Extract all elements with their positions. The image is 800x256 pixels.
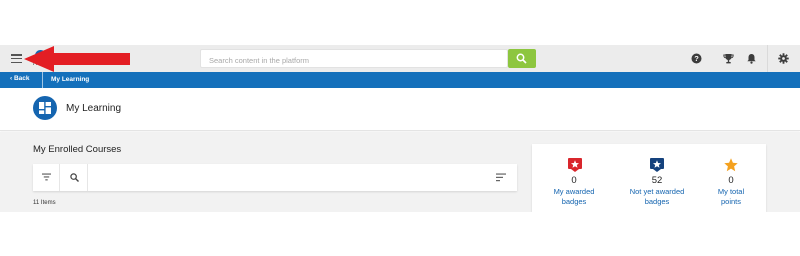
stat-value: 52 xyxy=(651,175,663,186)
awarded-badges-link[interactable]: My awarded badges xyxy=(539,187,609,207)
breadcrumb: ‹ Back My Learning xyxy=(0,72,800,88)
app-window: AJS ? xyxy=(0,0,800,256)
svg-text:?: ? xyxy=(694,54,699,63)
sort-icon[interactable] xyxy=(496,173,506,182)
not-awarded-badges-link[interactable]: Not yet awarded badges xyxy=(622,187,692,207)
section-title: My Enrolled Courses xyxy=(33,144,122,155)
stat-value: 0 xyxy=(728,175,734,186)
red-arrow-annotation-icon xyxy=(24,46,130,72)
page-background xyxy=(0,212,800,256)
trophy-icon[interactable] xyxy=(723,53,734,64)
blue-badge-icon xyxy=(650,158,664,172)
filter-button[interactable] xyxy=(33,164,60,191)
star-icon xyxy=(724,158,738,172)
search-icon xyxy=(516,53,527,64)
course-search-input[interactable] xyxy=(89,164,489,191)
breadcrumb-current: My Learning xyxy=(51,76,90,83)
filter-icon xyxy=(42,173,51,181)
search-field[interactable] xyxy=(200,49,508,69)
dashboard-icon xyxy=(33,96,57,120)
menu-icon[interactable] xyxy=(11,54,22,64)
bell-icon[interactable] xyxy=(746,53,757,64)
toolbar-divider xyxy=(767,45,768,72)
back-label: Back xyxy=(13,75,30,82)
chevron-left-icon: ‹ xyxy=(10,75,13,82)
search-input[interactable] xyxy=(201,52,507,69)
red-badge-icon xyxy=(568,158,582,172)
gear-icon[interactable] xyxy=(778,53,789,64)
page-header: My Learning xyxy=(0,88,800,131)
search-courses-button[interactable] xyxy=(61,164,88,191)
main-content: My Enrolled Courses 11 Items 0 My awarde… xyxy=(0,132,800,212)
top-bar: AJS ? xyxy=(0,45,800,72)
search-button[interactable] xyxy=(508,49,536,68)
course-filter-bar xyxy=(33,164,517,191)
stat-value: 0 xyxy=(571,175,577,186)
items-count: 11 Items xyxy=(33,200,56,206)
achievements-card: 0 My awarded badges 52 Not yet awarded b… xyxy=(532,144,766,212)
page-title: My Learning xyxy=(66,103,122,114)
breadcrumb-separator xyxy=(42,72,43,88)
help-icon[interactable]: ? xyxy=(691,53,702,64)
back-button[interactable]: ‹ Back xyxy=(10,75,30,82)
search-icon xyxy=(70,173,79,182)
total-points-link[interactable]: My total points xyxy=(696,187,766,207)
